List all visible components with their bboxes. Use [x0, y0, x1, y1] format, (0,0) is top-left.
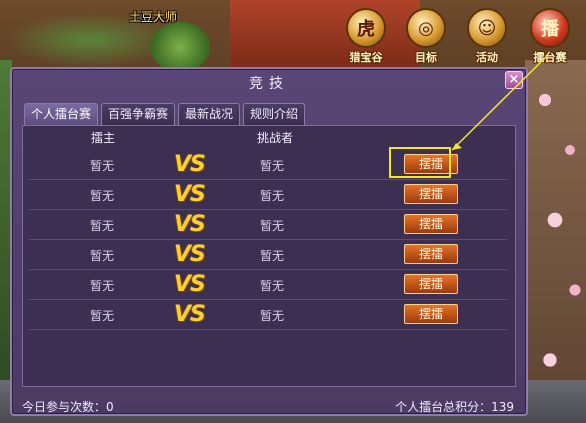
arena-icon: 播: [530, 8, 570, 48]
column-header-host: 擂主: [91, 131, 116, 145]
player-name: 土豆大师: [129, 10, 178, 24]
challenger-name: 暂无: [260, 159, 285, 173]
host-name: 暂无: [90, 309, 115, 323]
top-menu-item-event[interactable]: ☺ 活动: [458, 4, 516, 64]
close-button[interactable]: ×: [505, 71, 523, 89]
vs-badge: VS: [174, 212, 206, 237]
top-menu-item-treasure[interactable]: 虎 猎宝谷: [337, 4, 395, 64]
table-row: 暂无 VS 暂无 摆擂: [29, 270, 507, 300]
tree: [150, 22, 210, 72]
challenger-name: 暂无: [260, 189, 285, 203]
tutorial-highlight-box: [389, 147, 451, 178]
top-menu-label: 目标: [415, 51, 437, 64]
host-name: 暂无: [90, 249, 115, 263]
table-row: 暂无 VS 暂无 摆擂: [29, 240, 507, 270]
target-icon: ◎: [406, 8, 446, 48]
vs-badge: VS: [174, 242, 206, 267]
tab-personal-arena[interactable]: 个人擂台赛: [24, 103, 99, 125]
host-name: 暂无: [90, 219, 115, 233]
vs-badge: VS: [174, 152, 206, 177]
challenger-name: 暂无: [260, 279, 285, 293]
set-arena-button[interactable]: 摆擂: [404, 304, 458, 324]
set-arena-button[interactable]: 摆擂: [404, 274, 458, 294]
challenger-name: 暂无: [260, 309, 285, 323]
daily-participation-count: 今日参与次数：0: [22, 400, 114, 414]
host-name: 暂无: [90, 189, 115, 203]
host-name: 暂无: [90, 279, 115, 293]
tab-rules[interactable]: 规则介绍: [243, 103, 306, 125]
table-row: 暂无 VS 暂无 摆擂: [29, 210, 507, 240]
top-menu-label: 擂台赛: [533, 51, 567, 64]
dialog-title: 竞技: [249, 76, 289, 92]
vs-badge: VS: [174, 272, 206, 297]
table-row: 暂无 VS 暂无 摆擂: [29, 180, 507, 210]
challenger-name: 暂无: [260, 249, 285, 263]
total-arena-score: 个人擂台总积分：139: [395, 400, 514, 414]
set-arena-button[interactable]: 摆擂: [404, 184, 458, 204]
top-menu-item-arena[interactable]: 播 擂台赛: [521, 4, 579, 64]
top-menu-item-target[interactable]: ◎ 目标: [397, 4, 455, 64]
host-name: 暂无: [90, 159, 115, 173]
arena-dialog: 竞技 × 个人擂台赛 百强争霸赛 最新战况 规则介绍 擂主 挑战者 暂无 VS …: [10, 67, 528, 416]
cherry-blossom-tree: [525, 60, 586, 423]
challenger-name: 暂无: [260, 219, 285, 233]
vs-badge: VS: [174, 182, 206, 207]
tab-top100-contest[interactable]: 百强争霸赛: [101, 103, 176, 125]
vs-badge: VS: [174, 302, 206, 327]
tab-bar: 个人擂台赛 百强争霸赛 最新战况 规则介绍: [24, 103, 306, 125]
top-menu-label: 猎宝谷: [349, 51, 383, 64]
table-row: 暂无 VS 暂无 摆擂: [29, 300, 507, 330]
event-icon: ☺: [467, 8, 507, 48]
tab-latest-battles[interactable]: 最新战况: [178, 103, 241, 125]
set-arena-button[interactable]: 摆擂: [404, 244, 458, 264]
treasure-tiger-icon: 虎: [346, 8, 386, 48]
top-menu-label: 活动: [476, 51, 498, 64]
column-header-challenger: 挑战者: [257, 131, 294, 145]
set-arena-button[interactable]: 摆擂: [404, 214, 458, 234]
